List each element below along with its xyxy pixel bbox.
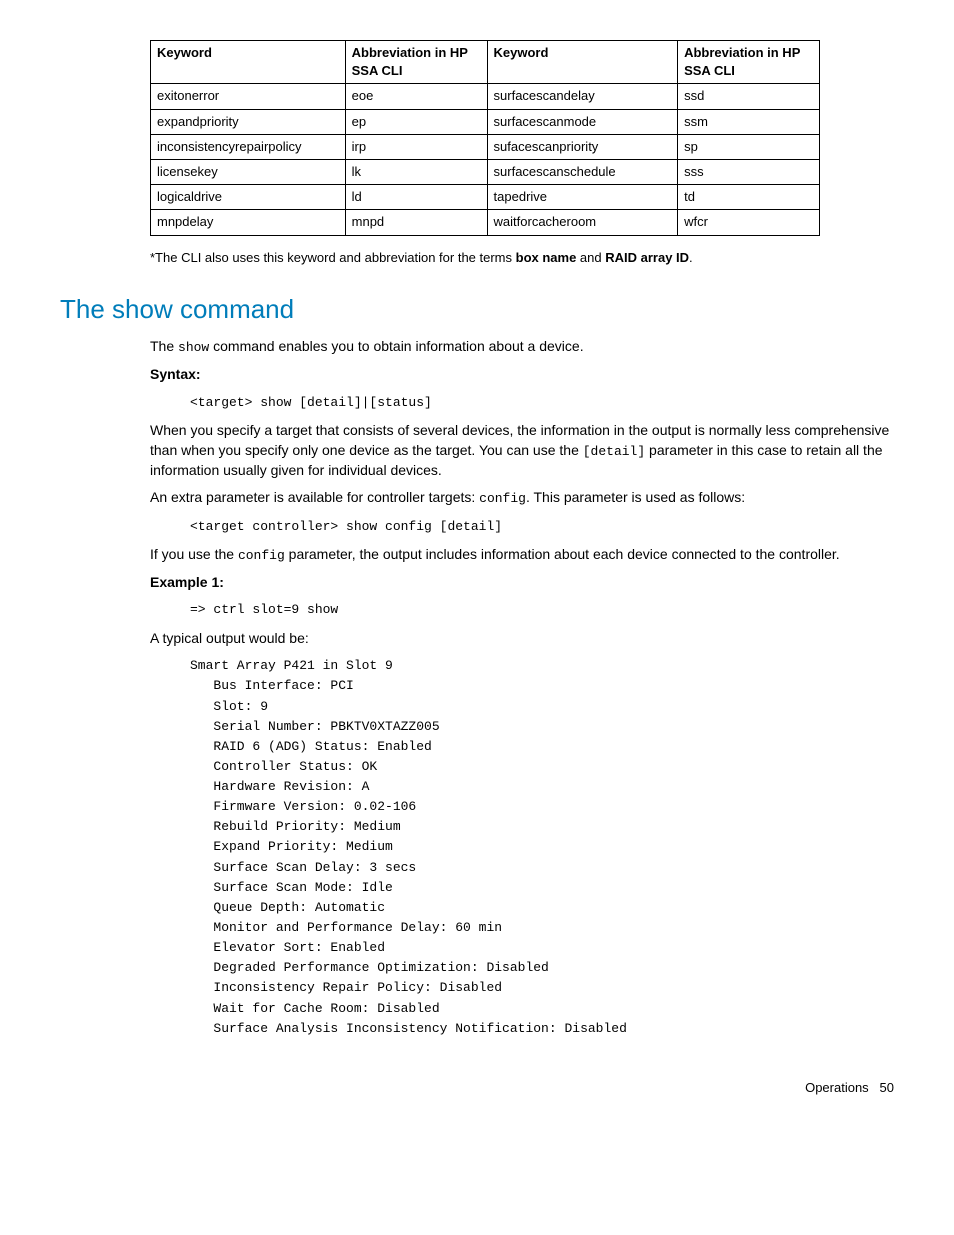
- intro-paragraph: The show command enables you to obtain i…: [150, 337, 894, 357]
- table-row: expandpriorityepsurfacescanmodessm: [151, 109, 820, 134]
- output-block: Smart Array P421 in Slot 9 Bus Interface…: [190, 656, 894, 1039]
- example-command: => ctrl slot=9 show: [190, 600, 894, 620]
- example-label: Example 1:: [150, 573, 894, 593]
- text-span: . This parameter is used as follows:: [526, 489, 745, 505]
- cell: logicaldrive: [151, 185, 346, 210]
- footnote-text: and: [576, 250, 605, 265]
- cell: eoe: [345, 84, 487, 109]
- page-footer: Operations 50: [60, 1079, 894, 1097]
- footnote-text: *The CLI also uses this keyword and abbr…: [150, 250, 516, 265]
- table-row: logicaldriveldtapedrivetd: [151, 185, 820, 210]
- table-header: Keyword: [151, 41, 346, 84]
- cell: td: [678, 185, 820, 210]
- table-row: mnpdelaymnpdwaitforcacheroomwfcr: [151, 210, 820, 235]
- footnote-text: .: [689, 250, 693, 265]
- inline-code: config: [479, 491, 526, 506]
- cell: sss: [678, 159, 820, 184]
- table-header: Keyword: [487, 41, 678, 84]
- text-span: An extra parameter is available for cont…: [150, 489, 479, 505]
- cell: waitforcacheroom: [487, 210, 678, 235]
- syntax-code: <target> show [detail]|[status]: [190, 393, 894, 413]
- inline-code: config: [238, 548, 285, 563]
- paragraph: When you specify a target that consists …: [150, 421, 894, 480]
- cell: expandpriority: [151, 109, 346, 134]
- table-row: exitonerroreoesurfacescandelayssd: [151, 84, 820, 109]
- cell: tapedrive: [487, 185, 678, 210]
- paragraph: If you use the config parameter, the out…: [150, 545, 894, 565]
- cell: irp: [345, 134, 487, 159]
- text-span: The: [150, 338, 178, 354]
- cell: ssd: [678, 84, 820, 109]
- cell: ld: [345, 185, 487, 210]
- cell: ssm: [678, 109, 820, 134]
- config-code: <target controller> show config [detail]: [190, 517, 894, 537]
- inline-code: [detail]: [583, 444, 645, 459]
- cell: surfacescanmode: [487, 109, 678, 134]
- table-row: licensekeylksurfacescanschedulesss: [151, 159, 820, 184]
- table-header: Abbreviation in HP SSA CLI: [345, 41, 487, 84]
- cell: mnpdelay: [151, 210, 346, 235]
- text-span: If you use the: [150, 546, 238, 562]
- cell: surfacescandelay: [487, 84, 678, 109]
- table-header-row: Keyword Abbreviation in HP SSA CLI Keywo…: [151, 41, 820, 84]
- footer-page-number: 50: [880, 1080, 894, 1095]
- table-row: inconsistencyrepairpolicyirpsufacescanpr…: [151, 134, 820, 159]
- syntax-label: Syntax:: [150, 365, 894, 385]
- cell: sufacescanpriority: [487, 134, 678, 159]
- paragraph: An extra parameter is available for cont…: [150, 488, 894, 508]
- cell: sp: [678, 134, 820, 159]
- text-span: parameter, the output includes informati…: [285, 546, 840, 562]
- output-intro: A typical output would be:: [150, 629, 894, 649]
- cell: inconsistencyrepairpolicy: [151, 134, 346, 159]
- footnote-bold: box name: [516, 250, 577, 265]
- table-footnote: *The CLI also uses this keyword and abbr…: [150, 249, 894, 267]
- cell: lk: [345, 159, 487, 184]
- cell: exitonerror: [151, 84, 346, 109]
- table-header: Abbreviation in HP SSA CLI: [678, 41, 820, 84]
- cell: wfcr: [678, 210, 820, 235]
- cell: mnpd: [345, 210, 487, 235]
- abbreviation-table: Keyword Abbreviation in HP SSA CLI Keywo…: [150, 40, 820, 236]
- section-heading: The show command: [60, 291, 894, 327]
- footer-section: Operations: [805, 1080, 869, 1095]
- cell: licensekey: [151, 159, 346, 184]
- cell: surfacescanschedule: [487, 159, 678, 184]
- text-span: command enables you to obtain informatio…: [209, 338, 583, 354]
- footnote-bold: RAID array ID: [605, 250, 689, 265]
- cell: ep: [345, 109, 487, 134]
- inline-code: show: [178, 340, 209, 355]
